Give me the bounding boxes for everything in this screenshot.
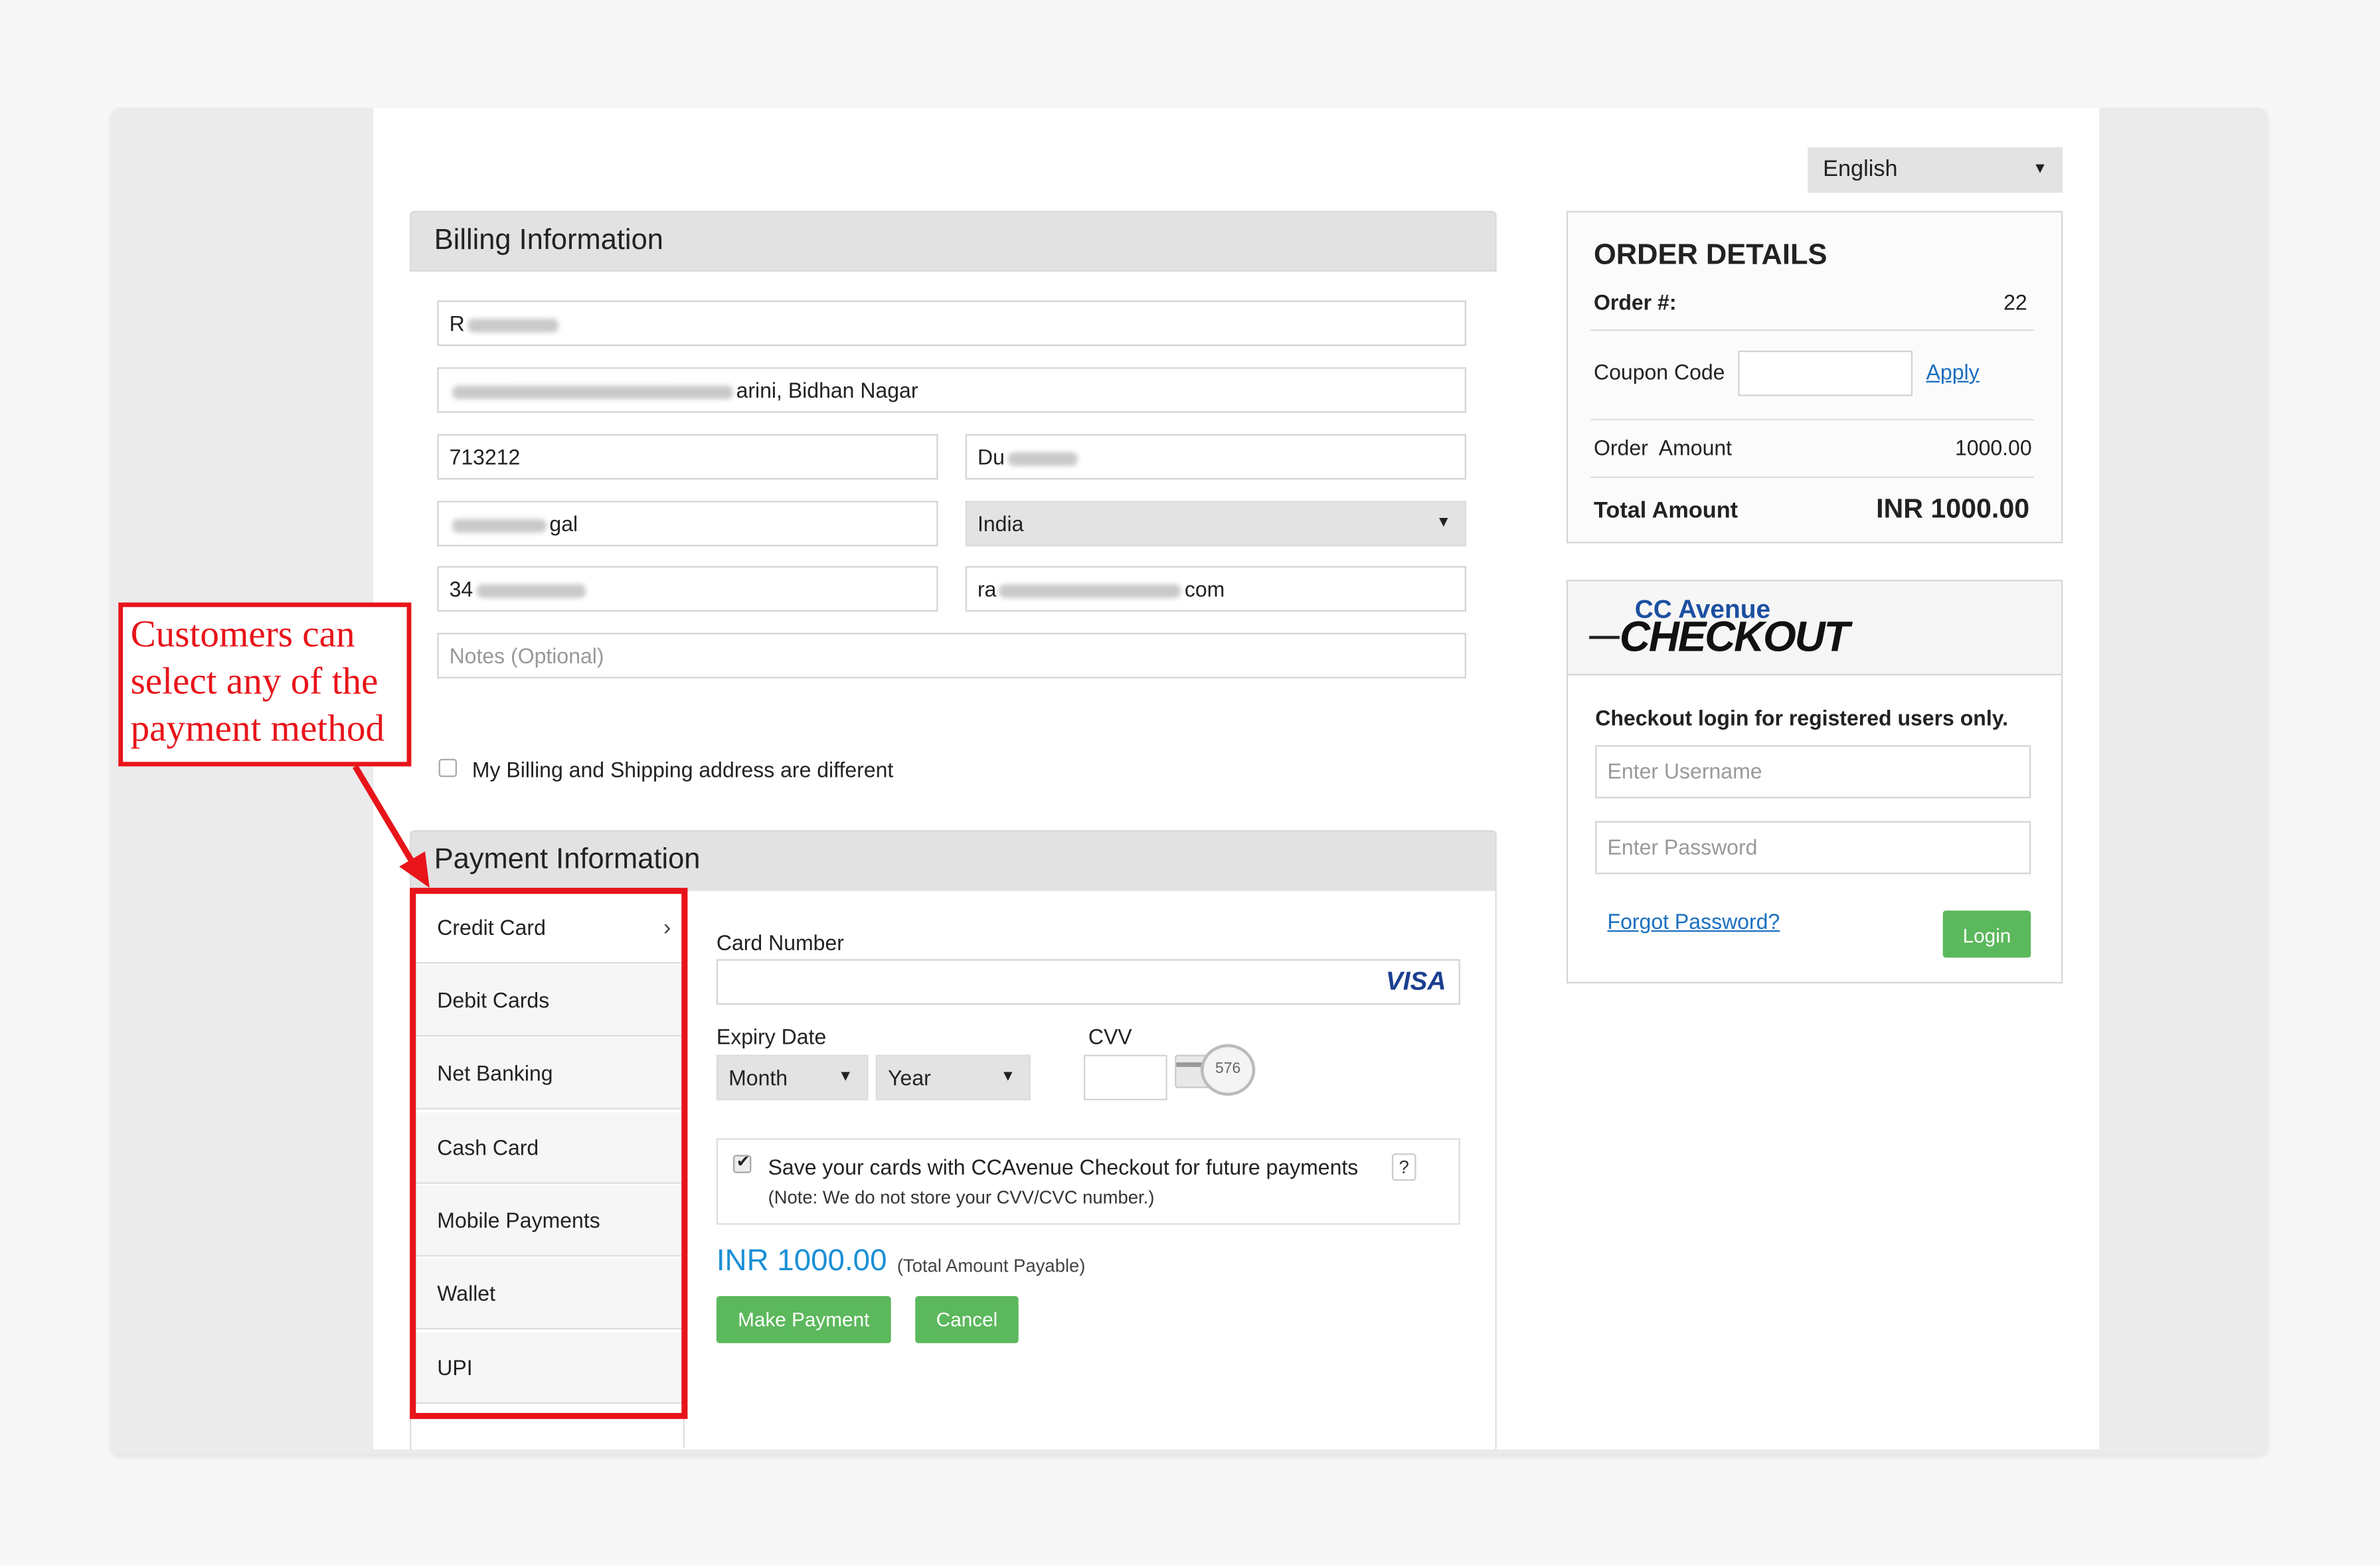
arrow-head: [399, 851, 430, 888]
annotation-arrow: [352, 764, 430, 888]
arrow-shaft: [352, 764, 419, 870]
